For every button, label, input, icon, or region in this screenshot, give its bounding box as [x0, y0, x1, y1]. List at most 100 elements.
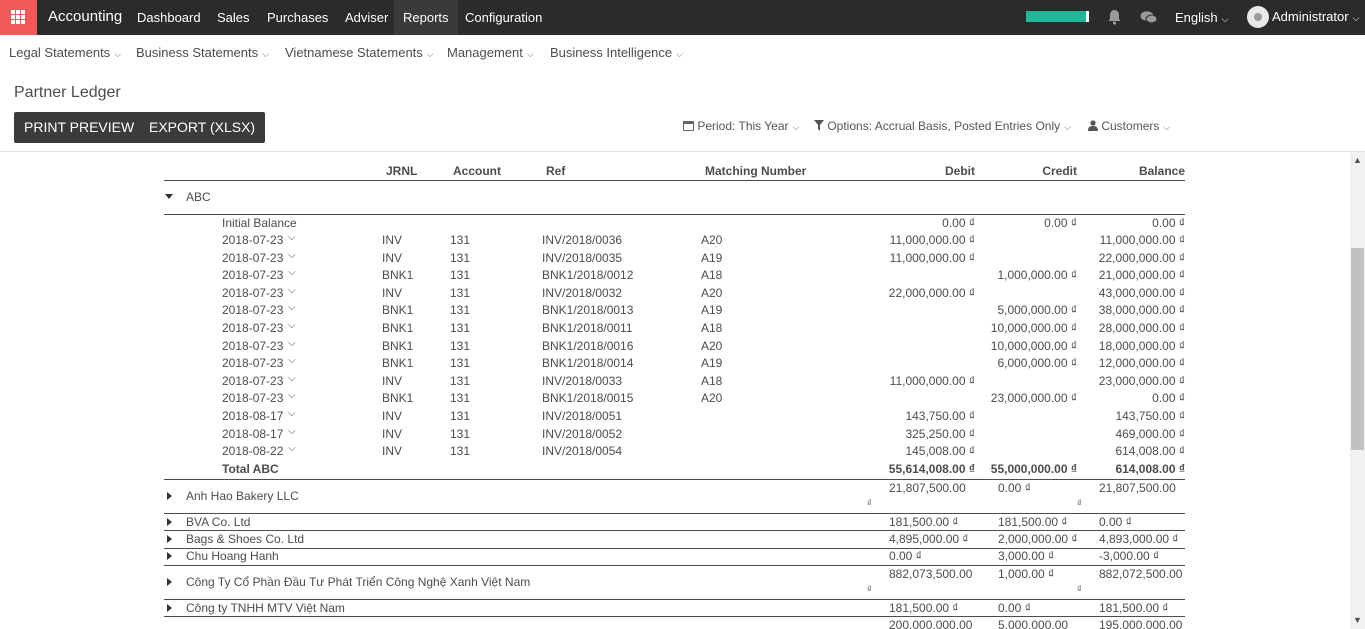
control-panel: Partner Ledger PRINT PREVIEW EXPORT (XLS…: [0, 73, 1365, 152]
partner-name[interactable]: Công ty TNHH MTV Việt Nam: [186, 601, 345, 615]
ledger-journal: INV: [382, 250, 403, 265]
partner-name[interactable]: BVA Co. Ltd: [186, 515, 250, 529]
chevron-down-icon: ⌵: [114, 49, 122, 59]
ledger-account: 131: [450, 321, 471, 335]
ledger-date[interactable]: 2018-07-23: [222, 339, 283, 353]
menu-configuration[interactable]: Configuration: [456, 0, 551, 35]
ledger-journal: BNK1: [382, 303, 414, 318]
user-menu[interactable]: Administrator ⌵: [1272, 9, 1359, 24]
submenu-legal-statements[interactable]: Legal Statements ⌵: [9, 45, 121, 60]
chevron-down-icon[interactable]: ⌵: [288, 250, 296, 261]
chevron-down-icon[interactable]: ⌵: [288, 426, 296, 437]
ledger-date[interactable]: 2018-07-23: [222, 391, 283, 405]
ledger-date[interactable]: 2018-08-17: [222, 409, 283, 423]
chevron-down-icon[interactable]: ⌵: [288, 390, 296, 401]
submenu-label: Business Statements: [136, 45, 259, 60]
ledger-journal: BNK1: [382, 321, 414, 335]
submenu-business-intelligence[interactable]: Business Intelligence ⌵: [550, 45, 683, 60]
options-filter[interactable]: Options: Accrual Basis, Posted Entries O…: [814, 119, 1071, 133]
ledger-date[interactable]: 2018-07-23: [222, 321, 283, 335]
bell-icon[interactable]: [1107, 9, 1122, 25]
ledger-account: 131: [450, 373, 471, 388]
language-selector[interactable]: English ⌵: [1175, 10, 1228, 25]
caret-right-icon[interactable]: [167, 517, 172, 526]
ledger-date[interactable]: 2018-07-23: [222, 286, 283, 300]
ledger-date[interactable]: 2018-08-22: [222, 444, 283, 458]
period-filter[interactable]: Period: This Year ⌵: [683, 119, 799, 133]
ledger-date[interactable]: 2018-07-23: [222, 233, 283, 247]
partner-name[interactable]: Anh Hao Bakery LLC: [186, 489, 299, 503]
partner-filter[interactable]: Customers ⌵: [1088, 119, 1170, 133]
submenu-label: Business Intelligence: [550, 45, 673, 60]
app-brand[interactable]: Accounting: [48, 8, 122, 25]
partner-balance: 882,072,500.00: [1099, 567, 1183, 581]
ledger-account: 131: [450, 391, 471, 406]
print-preview-button[interactable]: PRINT PREVIEW: [14, 112, 145, 143]
ledger-date[interactable]: 2018-08-17: [222, 427, 283, 441]
ledger-date[interactable]: 2018-07-23: [222, 303, 283, 317]
chevron-down-icon[interactable]: ⌵: [288, 338, 296, 349]
avatar[interactable]: [1247, 6, 1269, 28]
currency-symbol: ₫: [1077, 497, 1082, 508]
ledger-balance: 23,000,000.00 ₫: [1098, 373, 1185, 388]
partner-name[interactable]: Công Ty Cổ Phần Đầu Tư Phát Triển Công N…: [186, 575, 530, 589]
menu-sales[interactable]: Sales: [208, 0, 259, 35]
caret-down-icon[interactable]: [165, 194, 173, 199]
partner-name[interactable]: Chu Hoang Hanh: [186, 549, 279, 563]
partner-name[interactable]: Bags & Shoes Co. Ltd: [186, 532, 304, 546]
submenu-vietnamese-statements[interactable]: Vietnamese Statements ⌵: [285, 45, 434, 60]
chevron-down-icon[interactable]: ⌵: [288, 285, 296, 296]
menu-purchases[interactable]: Purchases: [258, 0, 337, 35]
chevron-down-icon: ⌵: [262, 49, 269, 59]
caret-right-icon[interactable]: [167, 603, 172, 612]
chevron-down-icon[interactable]: ⌵: [288, 373, 296, 384]
page-title: Partner Ledger: [14, 84, 121, 101]
chevron-down-icon: ⌵: [526, 49, 534, 59]
ledger-credit: 5,000,000.00 ₫: [997, 303, 1077, 318]
vertical-scrollbar[interactable]: ▲ ▼: [1350, 152, 1365, 629]
caret-right-icon[interactable]: [167, 491, 172, 500]
menu-adviser[interactable]: Adviser: [336, 0, 397, 35]
chevron-down-icon[interactable]: ⌵: [288, 408, 296, 419]
apps-grid-icon: [11, 10, 26, 25]
partner-name-expanded[interactable]: ABC: [186, 190, 211, 204]
apps-menu-button[interactable]: [0, 0, 37, 35]
calendar-icon: [683, 121, 694, 131]
partner-divider: [164, 478, 1185, 480]
caret-right-icon[interactable]: [167, 552, 172, 561]
menu-dashboard[interactable]: Dashboard: [128, 0, 210, 35]
ledger-credit: 6,000,000.00 ₫: [997, 356, 1077, 371]
chevron-down-icon[interactable]: ⌵: [288, 302, 296, 313]
ledger-balance: 43,000,000.00 ₫: [1098, 285, 1185, 300]
ledger-date[interactable]: 2018-07-23: [222, 356, 283, 370]
column-header-balance: Balance: [1138, 164, 1185, 178]
partner-credit: 181,500.00 ₫: [998, 514, 1068, 529]
chevron-down-icon[interactable]: ⌵: [288, 267, 296, 278]
ledger-matching-number: A18: [701, 268, 723, 283]
ledger-date[interactable]: 2018-07-23: [222, 251, 283, 265]
ledger-journal: BNK1: [382, 356, 414, 371]
chevron-down-icon[interactable]: ⌵: [288, 320, 296, 331]
chevron-down-icon[interactable]: ⌵: [288, 355, 296, 366]
initial-balance-credit: 0.00 ₫: [1044, 216, 1077, 230]
caret-right-icon[interactable]: [167, 578, 172, 586]
ledger-balance: 614,008.00 ₫: [1115, 444, 1185, 459]
chat-icon[interactable]: [1140, 10, 1158, 25]
ledger-account: 131: [450, 285, 471, 300]
ledger-account: 131: [450, 409, 471, 423]
chevron-down-icon[interactable]: ⌵: [288, 443, 296, 454]
scrollbar-thumb[interactable]: [1351, 248, 1364, 450]
export-xlsx-button[interactable]: EXPORT (XLSX): [139, 112, 266, 143]
caret-right-icon[interactable]: [167, 534, 172, 543]
scroll-down-icon[interactable]: ▼: [1353, 615, 1362, 625]
scroll-up-icon[interactable]: ▲: [1353, 155, 1362, 165]
ledger-matching-number: A19: [701, 356, 723, 371]
ledger-date[interactable]: 2018-07-23: [222, 374, 283, 388]
ledger-ref: BNK1/2018/0012: [542, 268, 634, 283]
ledger-date[interactable]: 2018-07-23: [222, 268, 283, 282]
ledger-debit: 143,750.00 ₫: [905, 409, 975, 423]
submenu-management[interactable]: Management ⌵: [447, 45, 534, 60]
submenu-business-statements[interactable]: Business Statements ⌵: [136, 45, 269, 60]
chevron-down-icon[interactable]: ⌵: [288, 232, 296, 243]
menu-reports[interactable]: Reports: [394, 0, 458, 35]
